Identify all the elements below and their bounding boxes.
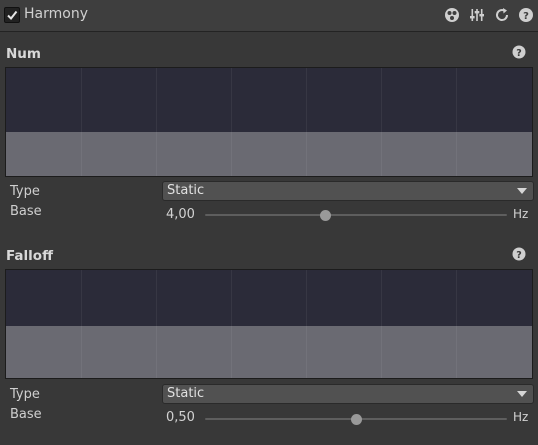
type-label: Type [10, 387, 40, 402]
grid-line [156, 68, 157, 176]
grid-line [231, 68, 232, 176]
grid-line [306, 270, 307, 378]
help-icon[interactable]: ? [512, 247, 526, 261]
component-title: Harmony [24, 6, 88, 22]
sliders-icon[interactable] [469, 7, 485, 23]
help-icon[interactable]: ? [518, 7, 534, 23]
type-dropdown[interactable]: Static [162, 384, 534, 404]
base-slider-thumb[interactable] [350, 414, 362, 425]
curve-fill [6, 131, 532, 176]
grid-line [306, 68, 307, 176]
base-label: Base [10, 407, 42, 422]
svg-text:?: ? [516, 250, 522, 261]
curve-graph[interactable] [5, 269, 533, 379]
curve-graph[interactable] [5, 67, 533, 177]
section-title: Num [6, 46, 41, 62]
curve-fill [6, 326, 532, 378]
dropdown-arrow-icon [517, 391, 527, 397]
dropdown-arrow-icon [517, 188, 527, 194]
base-value-field[interactable]: 4,00 [166, 207, 195, 222]
grid-line [381, 270, 382, 378]
checkmark-icon [7, 10, 18, 21]
enable-checkbox[interactable] [4, 7, 20, 23]
preset-icon[interactable] [444, 7, 460, 23]
grid-line [156, 270, 157, 378]
grid-line [456, 270, 457, 378]
type-dropdown[interactable]: Static [162, 181, 534, 201]
help-icon[interactable]: ? [512, 45, 526, 59]
grid-line [456, 68, 457, 176]
reset-icon[interactable] [494, 7, 510, 23]
svg-text:?: ? [523, 11, 529, 22]
type-label: Type [10, 184, 40, 199]
section-title: Falloff [6, 248, 54, 264]
unit-label: Hz [513, 410, 529, 424]
component-header: Harmony ? [0, 0, 538, 32]
base-slider-track[interactable] [205, 214, 507, 216]
type-dropdown-value: Static [167, 386, 205, 401]
grid-line [81, 270, 82, 378]
base-slider-thumb[interactable] [320, 210, 332, 221]
unit-label: Hz [513, 207, 529, 221]
grid-line [381, 68, 382, 176]
grid-line [81, 68, 82, 176]
base-value-field[interactable]: 0,50 [166, 410, 195, 425]
base-label: Base [10, 204, 42, 219]
type-dropdown-value: Static [167, 183, 205, 198]
grid-line [231, 270, 232, 378]
svg-text:?: ? [516, 48, 522, 59]
